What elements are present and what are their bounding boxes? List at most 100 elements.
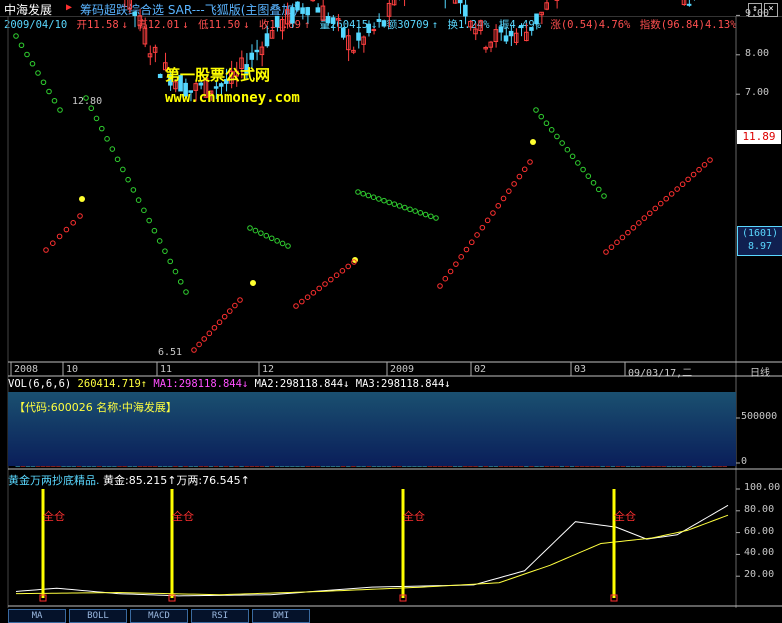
sar-dot-below: [311, 291, 316, 296]
sar-dot-above: [356, 190, 361, 195]
sar-dot-below: [233, 303, 238, 308]
sar-dot-above: [434, 216, 439, 221]
sar-dot-below: [631, 225, 636, 230]
signal-label: 全仓: [614, 508, 636, 524]
sar-dot-below: [528, 160, 533, 165]
price-tick-label: 8.00: [745, 48, 769, 59]
sar-dot-above: [560, 141, 565, 146]
sar-dot-above: [47, 89, 52, 94]
low-price-mark: 6.51: [158, 347, 182, 358]
period-label[interactable]: 日线: [750, 364, 770, 379]
sar-dot-above: [602, 194, 607, 199]
sar-dot-below: [217, 320, 222, 325]
sar-dot-below: [615, 240, 620, 245]
sar-dot-above: [361, 191, 366, 196]
sar-dot-below: [637, 221, 642, 226]
sar-dot-below: [454, 262, 459, 267]
candle-body: [265, 34, 269, 46]
sar-dot-above: [157, 239, 162, 244]
sar-dot-above: [58, 108, 63, 113]
candle-body: [291, 8, 295, 23]
indicator-info-line: 黄金万两抄底精品. 黄金:85.215↑万两:76.545↑: [8, 472, 250, 488]
volume-ma1: MA1:298118.844: [153, 378, 242, 390]
sar-dot-below: [647, 211, 652, 216]
sar-dot-below: [323, 282, 328, 287]
sar-dot-below: [697, 167, 702, 172]
sar-dot-below: [300, 299, 305, 304]
sar-dot-below: [691, 172, 696, 177]
sar-dot-below: [340, 269, 345, 274]
sar-dot-below: [64, 227, 69, 232]
sar-dot-below: [496, 203, 501, 208]
sar-dot-below: [238, 298, 243, 303]
sar-dot-above: [377, 197, 382, 202]
sar-series: [14, 34, 713, 353]
candle-body: [499, 27, 503, 32]
sar-dot-below: [334, 273, 339, 278]
sar-dot-below: [653, 206, 658, 211]
sar-dot-above: [19, 43, 24, 48]
candle-body: [535, 14, 539, 24]
sar-value-badge: (1601) 8.97: [737, 226, 782, 256]
sar-dot-above: [173, 269, 178, 274]
candle-body: [341, 28, 345, 37]
sar-dot-below: [708, 158, 713, 163]
candle-body: [331, 18, 335, 24]
candle-body: [519, 26, 523, 28]
high-price-mark: 12.80: [72, 96, 102, 107]
volume-tick-label: 0: [741, 456, 747, 467]
sar-dot-below: [642, 216, 647, 221]
sar-dot-above: [142, 208, 147, 213]
sar-dot-above: [253, 228, 258, 233]
sar-dot-below: [71, 221, 76, 226]
sar-dot-above: [115, 157, 120, 162]
arrow-up-icon: ↑: [241, 474, 250, 487]
sar-dot-below: [464, 247, 469, 252]
sar-dot-above: [99, 126, 104, 131]
signal-bar: [402, 489, 405, 598]
volume-ma2: MA2:298118.844: [255, 378, 344, 390]
indicator-tick-label: 80.00: [744, 504, 774, 515]
sar-dot-above: [41, 80, 46, 85]
sar-dot-above: [591, 180, 596, 185]
sar-dot-above: [269, 236, 274, 241]
sar-dot-above: [147, 218, 152, 223]
sar-dot-above: [596, 187, 601, 192]
sar-dot-above: [126, 177, 131, 182]
sar-dot-below: [480, 225, 485, 230]
candle-body: [158, 74, 162, 77]
indicator-tick-label: 20.00: [744, 569, 774, 580]
volume-info-line: VOL(6,6,6) 260414.719↑ MA1:298118.844↓ M…: [8, 378, 451, 390]
date-label: 10: [66, 364, 78, 375]
sar-dot-below: [443, 276, 448, 281]
sar-dot-below: [222, 314, 227, 319]
sar-dot-above: [163, 249, 168, 254]
sar-dot-above: [382, 198, 387, 203]
indicator-tick-label: 40.00: [744, 547, 774, 558]
signal-bar: [42, 489, 45, 598]
arrow-down-icon: ↓: [444, 378, 450, 390]
date-label: 2008: [14, 364, 38, 375]
indicator-wanliang: 万两:76.545: [176, 474, 240, 487]
arrow-down-icon: ↓: [343, 378, 349, 390]
chart-surface[interactable]: [0, 0, 782, 621]
watermark-title: 第一股票公式网: [165, 64, 270, 85]
sar-dot-above: [429, 214, 434, 219]
sar-dot-below: [469, 240, 474, 245]
sar-dot-below: [202, 337, 207, 342]
volume-tick-label: 500000: [741, 411, 777, 422]
candle-body: [316, 8, 320, 12]
sar-dot-below: [626, 230, 631, 235]
arrow-up-icon: ↑: [141, 378, 147, 390]
sar-dot-below: [212, 325, 217, 330]
sar-dot-below: [78, 214, 83, 219]
sar-dot-below: [438, 284, 443, 289]
candle-body: [306, 8, 310, 15]
watermark-url: www.chnmoney.com: [165, 90, 300, 106]
candle-body: [458, 0, 462, 3]
sar-dot-below: [512, 182, 517, 187]
signal-bar: [613, 489, 616, 598]
sar-dot-above: [275, 239, 280, 244]
sar-dot-above: [121, 167, 126, 172]
date-label: 11: [160, 364, 172, 375]
